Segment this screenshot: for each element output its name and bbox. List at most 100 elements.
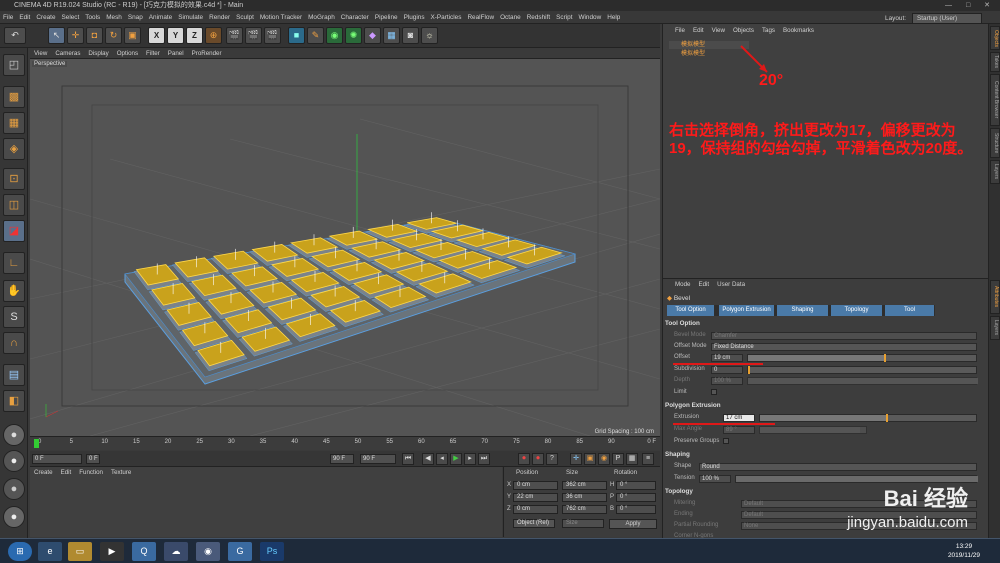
subdivision-field[interactable]: 0 [711,366,743,374]
offset-mode-dropdown[interactable]: Fixed Distance [711,343,977,351]
position-y-field[interactable]: 22 cm [513,493,558,502]
tab-shaping[interactable]: Shaping [777,305,829,316]
object-menu-objects[interactable]: Objects [729,24,758,38]
size-mode-dropdown[interactable]: Size [562,519,604,528]
render-picture-viewer-icon[interactable]: 🎬 [245,27,262,44]
menu-create[interactable]: Create [33,11,58,24]
snap-icon[interactable]: S [3,306,25,328]
cinema4d-taskbar-icon[interactable]: ◉ [196,542,220,561]
layout-dropdown[interactable]: Startup (User) [912,13,982,24]
prev-frame-icon[interactable]: ◂ [436,453,448,465]
depth-slider[interactable] [747,377,978,385]
viewport-menu-options[interactable]: Options [113,48,142,59]
menu-animate[interactable]: Animate [146,11,175,24]
object-menu-edit[interactable]: Edit [689,24,708,38]
menu-plugins[interactable]: Plugins [401,11,428,24]
model-mode-icon[interactable]: ▩ [3,86,25,108]
sphere-material-icon-3[interactable]: ● [3,478,25,500]
explorer-icon[interactable]: ▭ [68,542,92,561]
viewport-menu-view[interactable]: View [30,48,51,59]
side-tab-structure[interactable]: Structure [990,128,1000,158]
tab-tool[interactable]: Tool [885,305,935,316]
side-tab-layers-2[interactable]: Layers [990,316,1000,340]
offset-slider[interactable] [747,354,977,362]
tab-polygon-extrusion[interactable]: Polygon Extrusion [719,305,775,316]
playhead-marker[interactable] [34,439,39,448]
timeline-menu-icon[interactable]: ≡ [642,453,654,465]
points-mode-icon[interactable]: ⊡ [3,168,25,190]
tab-tool-option[interactable]: Tool Option [667,305,715,316]
rotation-p-field[interactable]: 0 ° [616,493,656,502]
polygons-mode-icon[interactable]: ◪ [3,220,25,242]
rotation-b-field[interactable]: 0 ° [616,505,656,514]
workplane-lock-icon[interactable]: ▤ [3,364,25,386]
menu-window[interactable]: Window [575,11,604,24]
move-icon[interactable]: ✛ [67,27,84,44]
system-clock[interactable]: 13:29 2019/11/29 [948,542,980,560]
material-menu-create[interactable]: Create [30,467,57,479]
offset-field[interactable]: 19 cm [711,354,743,362]
start-button-icon[interactable]: ⊞ [8,542,32,561]
play-icon[interactable]: ▶ [450,453,462,465]
menu-mesh[interactable]: Mesh [103,11,125,24]
bevel-mode-dropdown[interactable]: Chamfer [711,332,977,340]
sphere-material-icon-4[interactable]: ● [3,506,25,528]
viewport-menu-prorender[interactable]: ProRender [188,48,226,59]
keyframe-selection-icon[interactable]: ? [546,453,558,465]
3d-viewport[interactable]: Perspective Grid Spacing : 100 cm [30,59,660,436]
ie-icon[interactable]: e [38,542,62,561]
media-player-icon[interactable]: ▶ [100,542,124,561]
magnet-icon[interactable]: ∩ [3,332,25,354]
camera-icon[interactable]: ◙ [402,27,419,44]
pen-spline-icon[interactable]: ✎ [307,27,324,44]
array-generator-icon[interactable]: ✺ [345,27,362,44]
prev-key-icon[interactable]: ◀ [422,453,434,465]
render-settings-icon[interactable]: 🎬 [264,27,281,44]
y-axis-lock-icon[interactable]: Y [167,27,184,44]
scale-key-icon[interactable]: ▣ [584,453,596,465]
menu-script[interactable]: Script [553,11,575,24]
texture-mode-icon[interactable]: ▦ [3,112,25,134]
rotate-icon[interactable]: ↻ [105,27,122,44]
start-frame-field[interactable]: 0 F [32,454,82,464]
z-axis-lock-icon[interactable]: Z [186,27,203,44]
object-menu-file[interactable]: File [671,24,689,38]
size-z-field[interactable]: 762 cm [562,505,607,514]
menu-character[interactable]: Character [338,11,372,24]
menu-tools[interactable]: Tools [82,11,103,24]
viewport-menu-filter[interactable]: Filter [142,48,164,59]
menu-pipeline[interactable]: Pipeline [372,11,401,24]
x-axis-lock-icon[interactable]: X [148,27,165,44]
side-tab-objects[interactable]: Objects [990,26,1000,50]
tweak-mode-icon[interactable]: ✋ [3,280,25,302]
select-arrow-icon[interactable]: ↖ [48,27,65,44]
menu-sculpt[interactable]: Sculpt [233,11,257,24]
end-frame-field[interactable]: 90 F [330,454,354,464]
menu-snap[interactable]: Snap [125,11,146,24]
tension-slider[interactable] [735,475,978,483]
undo-icon[interactable]: ↶ [4,27,26,44]
render-view-icon[interactable]: 🎬 [226,27,243,44]
side-tab-layers[interactable]: Layers [990,160,1000,184]
sphere-material-icon-2[interactable]: ● [3,450,25,472]
menu-render[interactable]: Render [206,11,233,24]
light-icon[interactable]: ☼ [421,27,438,44]
limit-checkbox[interactable] [711,389,717,395]
extrusion-slider[interactable] [759,414,977,422]
viewport-menu-display[interactable]: Display [84,48,112,59]
max-angle-slider[interactable] [759,426,867,434]
attr-menu-edit[interactable]: Edit [694,279,713,291]
extrusion-field[interactable]: 17 cm [723,414,755,422]
preserve-groups-checkbox[interactable] [723,438,729,444]
scale-icon[interactable]: ◘ [86,27,103,44]
param-key-icon[interactable]: P [612,453,624,465]
baidu-netdisk-icon[interactable]: ☁ [164,542,188,561]
menu-file[interactable]: File [0,11,16,24]
attr-menu-user-data[interactable]: User Data [713,279,749,291]
material-menu-edit[interactable]: Edit [57,467,76,479]
position-z-field[interactable]: 0 cm [513,505,558,514]
autokey-icon[interactable]: ⏺ [532,453,544,465]
subdivision-slider[interactable] [747,366,977,374]
menu-redshift[interactable]: Redshift [524,11,553,24]
workplane-icon[interactable]: ◈ [3,138,25,160]
